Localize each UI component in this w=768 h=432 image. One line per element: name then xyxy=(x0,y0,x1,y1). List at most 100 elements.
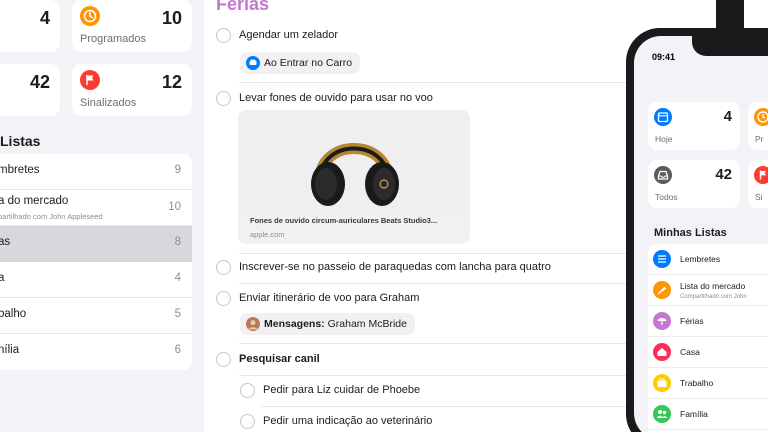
reminder-item: Levar fones de ouvido para usar no voo xyxy=(216,91,636,111)
phone-list-home[interactable]: Casa xyxy=(648,337,768,368)
reminder-checkbox[interactable] xyxy=(240,383,255,398)
tray-icon xyxy=(654,166,672,184)
reminder-item: Inscrever-se no passeio de paraquedas co… xyxy=(216,260,636,280)
calendar-icon xyxy=(654,108,672,126)
reminder-checkbox[interactable] xyxy=(216,291,231,306)
all-label: Todos xyxy=(655,192,678,202)
sidebar-list-family[interactable]: nília 6 xyxy=(0,334,192,370)
car-icon xyxy=(246,56,260,70)
flag-icon xyxy=(80,70,100,90)
sidebar-list-grocery[interactable]: a do mercado partilhado com John Applese… xyxy=(0,190,192,226)
house-icon xyxy=(653,343,671,361)
today-count: 4 xyxy=(39,8,50,28)
today-count: 4 xyxy=(723,108,732,125)
reminder-checkbox[interactable] xyxy=(216,260,231,275)
chip-text: Ao Entrar no Carro xyxy=(264,57,353,69)
lists-heading: Listas xyxy=(0,133,41,149)
chip-label: Mensagens: xyxy=(264,318,325,330)
all-count: 42 xyxy=(29,72,50,92)
list-name: Férias xyxy=(680,316,704,326)
contact-avatar-icon xyxy=(246,317,260,331)
link-preview-card[interactable]: Fones de ouvido circum-auriculares Beats… xyxy=(238,110,470,244)
iphone-screen: 09:41 4 Hoje Pr 42 Todos Si Minhas Lista… xyxy=(634,36,768,432)
today-label: Hoje xyxy=(655,134,673,144)
briefcase-icon xyxy=(653,374,671,392)
phone-list-work[interactable]: Trabalho xyxy=(648,368,768,399)
list-count: 8 xyxy=(174,236,181,248)
reminder-text[interactable]: Levar fones de ouvido para usar no voo xyxy=(239,92,433,104)
reminder-checkbox[interactable] xyxy=(216,28,231,43)
all-card[interactable]: 42 xyxy=(0,64,60,116)
scheduled-count: 10 xyxy=(161,8,182,28)
phone-list-grocery[interactable]: Lista do mercado Compartilhado com John xyxy=(648,275,768,306)
iphone-device: 09:41 4 Hoje Pr 42 Todos Si Minhas Lista… xyxy=(626,28,768,432)
divider xyxy=(239,375,639,376)
list-count: 6 xyxy=(174,344,181,356)
flagged-card[interactable]: 12 Sinalizados xyxy=(72,64,192,116)
messages-chip[interactable]: Mensagens: Graham McBride xyxy=(240,313,415,335)
list-count: 5 xyxy=(174,308,181,320)
flagged-label: Sinalizados xyxy=(80,97,137,109)
divider xyxy=(239,283,639,284)
list-name: nília xyxy=(0,344,20,356)
lists-box: mbretes 9 a do mercado partilhado com Jo… xyxy=(0,154,192,370)
reminder-text[interactable]: Pedir uma indicação ao veterinário xyxy=(263,415,432,427)
link-domain: apple.com xyxy=(250,230,285,239)
divider xyxy=(239,82,639,83)
list-name: Trabalho xyxy=(680,378,714,388)
flagged-label: Si xyxy=(755,192,763,202)
clock-icon xyxy=(80,6,100,26)
subtask-item: Pedir para Liz cuidar de Phoebe xyxy=(240,383,640,403)
location-chip[interactable]: Ao Entrar no Carro xyxy=(240,52,361,74)
sidebar-list-reminders[interactable]: mbretes 9 xyxy=(0,154,192,190)
phone-list-family[interactable]: Família xyxy=(648,399,768,430)
phone-list-vacation[interactable]: Férias xyxy=(648,306,768,337)
phone-flagged-card[interactable]: Si xyxy=(748,160,768,208)
divider xyxy=(262,406,642,407)
reminder-text[interactable]: Agendar um zelador xyxy=(239,29,338,41)
clock-icon xyxy=(754,108,768,126)
headphones-image xyxy=(238,110,470,210)
list-count: 10 xyxy=(168,201,181,213)
reminder-item: Enviar itinerário de voo para Graham xyxy=(216,291,636,311)
subtask-item: Pedir uma indicação ao veterinário xyxy=(240,414,640,432)
list-name: as xyxy=(0,236,11,248)
notch xyxy=(692,36,768,56)
list-shared-note: partilhado com John Appleseed xyxy=(0,212,103,221)
sidebar-list-work[interactable]: balho 5 xyxy=(0,298,192,334)
list-name: mbretes xyxy=(0,164,40,176)
reminder-checkbox[interactable] xyxy=(216,91,231,106)
reminder-text[interactable]: Pesquisar canil xyxy=(239,353,320,365)
carrot-icon xyxy=(653,281,671,299)
list-name: Casa xyxy=(680,347,700,357)
list-name: Lembretes xyxy=(680,254,721,264)
phone-scheduled-card[interactable]: Pr xyxy=(748,102,768,150)
phone-list-reminders[interactable]: Lembretes xyxy=(648,244,768,275)
sidebar-list-home[interactable]: a 4 xyxy=(0,262,192,298)
status-time: 09:41 xyxy=(652,52,676,62)
list-icon xyxy=(653,250,671,268)
sidebar-list-vacation[interactable]: as 8 xyxy=(0,226,192,262)
chip-value: Graham McBride xyxy=(327,318,407,330)
reminder-text[interactable]: Enviar itinerário de voo para Graham xyxy=(239,292,419,304)
flagged-count: 12 xyxy=(161,72,182,92)
link-title: Fones de ouvido circum-auriculares Beats… xyxy=(250,216,438,225)
phone-today-card[interactable]: 4 Hoje xyxy=(648,102,740,150)
reminder-checkbox[interactable] xyxy=(240,414,255,429)
list-name: Lista do mercado xyxy=(680,281,746,291)
reminder-item: Agendar um zelador xyxy=(216,28,636,48)
divider xyxy=(239,343,639,344)
ipad-sidebar: 4 10 Programados 42 12 Sinalizados Lista… xyxy=(0,0,204,432)
scheduled-label: Programados xyxy=(80,33,147,45)
phone-lists: Lembretes Lista do mercado Compartilhado… xyxy=(648,244,768,432)
today-card[interactable]: 4 xyxy=(0,0,60,52)
list-count: 9 xyxy=(174,164,181,176)
scheduled-card[interactable]: 10 Programados xyxy=(72,0,192,52)
list-shared-note: Compartilhado com John xyxy=(680,294,747,300)
reminder-text[interactable]: Inscrever-se no passeio de paraquedas co… xyxy=(239,261,551,273)
list-title: Férias xyxy=(216,0,270,14)
reminder-checkbox[interactable] xyxy=(216,352,231,367)
list-name: balho xyxy=(0,308,27,320)
phone-all-card[interactable]: 42 Todos xyxy=(648,160,740,208)
reminder-text[interactable]: Pedir para Liz cuidar de Phoebe xyxy=(263,384,420,396)
